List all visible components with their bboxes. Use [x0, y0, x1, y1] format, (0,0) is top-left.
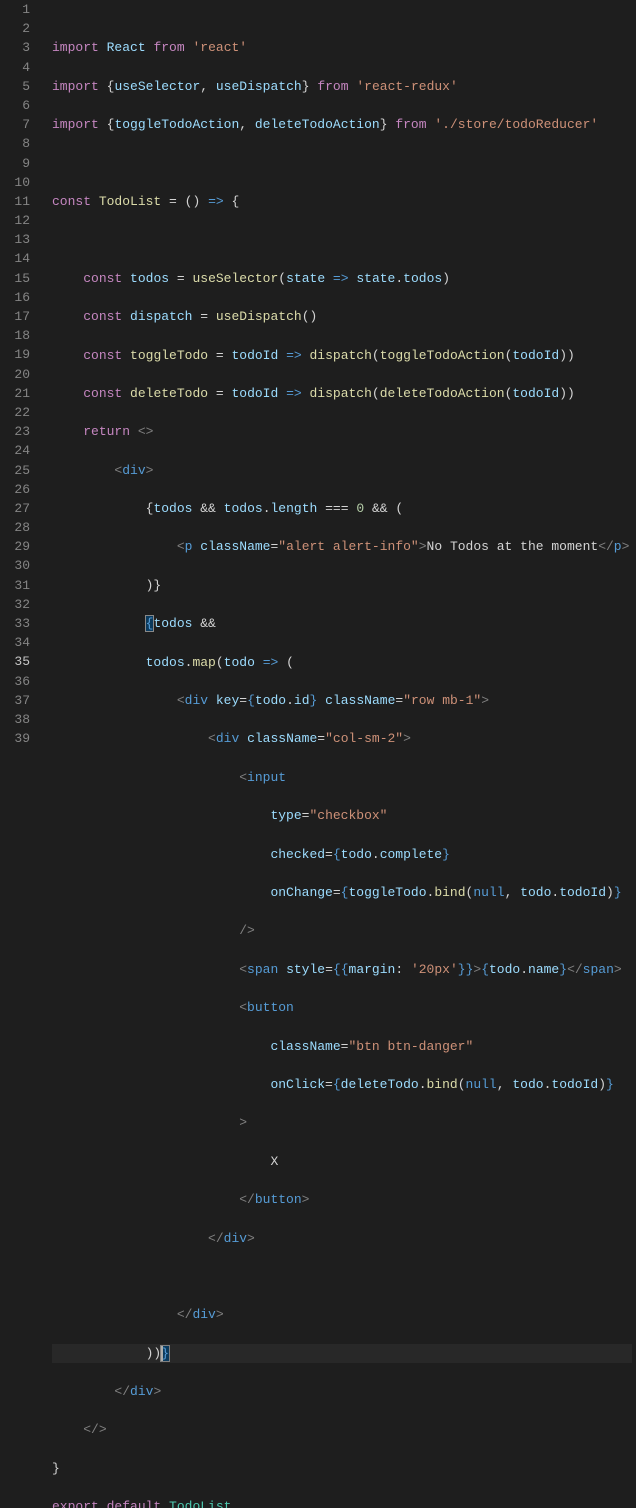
code-line: </div> [52, 1382, 632, 1401]
code-line: export default TodoList [52, 1497, 632, 1508]
code-line: checked={todo.complete} [52, 845, 632, 864]
line-number: 37 [0, 691, 30, 710]
line-number: 14 [0, 249, 30, 268]
code-line: todos.map(todo => ( [52, 653, 632, 672]
code-line: const todos = useSelector(state => state… [52, 269, 632, 288]
code-line: <span style={{margin: '20px'}}>{todo.nam… [52, 960, 632, 979]
line-number: 19 [0, 345, 30, 364]
code-line: <input [52, 768, 632, 787]
code-line: import React from 'react' [52, 38, 632, 57]
code-line: </div> [52, 1305, 632, 1324]
code-line: <div key={todo.id} className="row mb-1"> [52, 691, 632, 710]
line-number: 18 [0, 326, 30, 345]
line-number: 26 [0, 480, 30, 499]
line-number: 5 [0, 77, 30, 96]
code-line: import {toggleTodoAction, deleteTodoActi… [52, 115, 632, 134]
line-number: 13 [0, 230, 30, 249]
code-line: <div className="col-sm-2"> [52, 729, 632, 748]
code-line: } [52, 1459, 632, 1478]
code-line: </button> [52, 1190, 632, 1209]
code-line: /> [52, 921, 632, 940]
line-number-gutter: 1234567891011121314151617181920212223242… [0, 0, 42, 754]
code-line: const TodoList = () => { [52, 192, 632, 211]
line-number: 31 [0, 576, 30, 595]
code-line: > [52, 1113, 632, 1132]
code-line: const toggleTodo = todoId => dispatch(to… [52, 346, 632, 365]
line-number: 8 [0, 134, 30, 153]
code-area[interactable]: import React from 'react' import {useSel… [42, 0, 636, 754]
code-editor[interactable]: 1234567891011121314151617181920212223242… [0, 0, 636, 754]
line-number: 32 [0, 595, 30, 614]
code-line: </div> [52, 1229, 632, 1248]
code-line [52, 230, 632, 249]
line-number: 15 [0, 269, 30, 288]
line-number: 39 [0, 729, 30, 748]
code-line: <div> [52, 461, 632, 480]
line-number: 7 [0, 115, 30, 134]
code-line: {todos && [52, 614, 632, 633]
line-number: 23 [0, 422, 30, 441]
code-line: const dispatch = useDispatch() [52, 307, 632, 326]
code-line: return <> [52, 422, 632, 441]
line-number: 2 [0, 19, 30, 38]
line-number: 29 [0, 537, 30, 556]
line-number: 24 [0, 441, 30, 460]
code-line [52, 154, 632, 173]
line-number: 30 [0, 556, 30, 575]
line-number: 20 [0, 365, 30, 384]
line-number: 28 [0, 518, 30, 537]
code-line: <button [52, 998, 632, 1017]
code-line: onClick={deleteTodo.bind(null, todo.todo… [52, 1075, 632, 1094]
code-line: </> [52, 1420, 632, 1439]
code-line [52, 1267, 632, 1286]
code-line: import {useSelector, useDispatch} from '… [52, 77, 632, 96]
line-number: 17 [0, 307, 30, 326]
code-line-active: ))} [52, 1344, 632, 1363]
line-number: 9 [0, 154, 30, 173]
line-number: 27 [0, 499, 30, 518]
line-number: 3 [0, 38, 30, 57]
line-number: 11 [0, 192, 30, 211]
line-number: 33 [0, 614, 30, 633]
line-number: 1 [0, 0, 30, 19]
line-number: 4 [0, 58, 30, 77]
code-line: type="checkbox" [52, 806, 632, 825]
line-number: 35 [0, 652, 30, 671]
code-line: className="btn btn-danger" [52, 1037, 632, 1056]
line-number: 10 [0, 173, 30, 192]
code-line: <p className="alert alert-info">No Todos… [52, 537, 632, 556]
line-number: 25 [0, 461, 30, 480]
line-number: 38 [0, 710, 30, 729]
line-number: 12 [0, 211, 30, 230]
line-number: 16 [0, 288, 30, 307]
code-line: onChange={toggleTodo.bind(null, todo.tod… [52, 883, 632, 902]
line-number: 22 [0, 403, 30, 422]
line-number: 34 [0, 633, 30, 652]
code-line: {todos && todos.length === 0 && ( [52, 499, 632, 518]
code-line: X [52, 1152, 632, 1171]
line-number: 6 [0, 96, 30, 115]
code-line: const deleteTodo = todoId => dispatch(de… [52, 384, 632, 403]
line-number: 21 [0, 384, 30, 403]
cursor: } [160, 1345, 170, 1362]
line-number: 36 [0, 672, 30, 691]
code-line: )} [52, 576, 632, 595]
